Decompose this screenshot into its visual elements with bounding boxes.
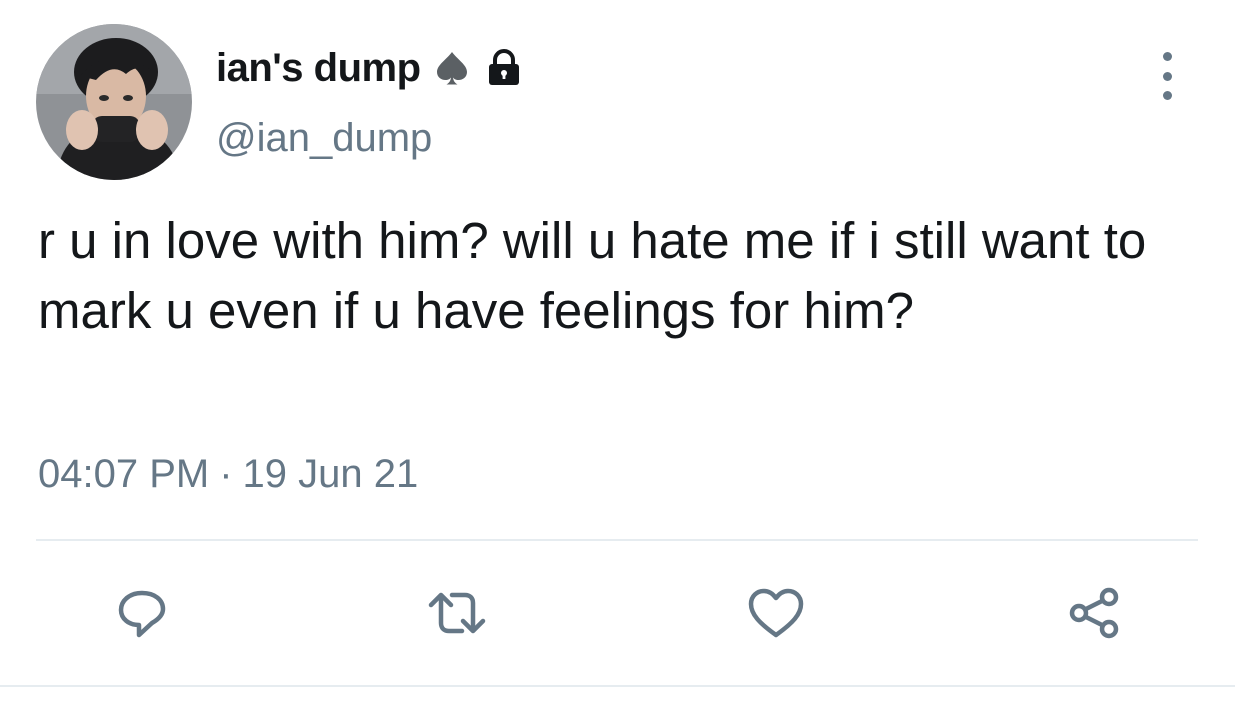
heart-icon[interactable] (740, 578, 812, 648)
bottom-divider (0, 685, 1235, 687)
name-row: ian's dump (216, 42, 525, 94)
share-icon[interactable] (1058, 578, 1130, 648)
reply-icon[interactable] (106, 578, 178, 648)
display-name[interactable]: ian's dump (216, 46, 421, 91)
action-bar (0, 578, 1235, 648)
retweet-icon[interactable] (421, 578, 493, 648)
tweet-card: ian's dump @ian_dump r u in love with hi… (0, 0, 1235, 705)
tweet-text: r u in love with him? will u hate me if … (38, 212, 1147, 339)
tweet-date: 19 Jun 21 (242, 452, 419, 496)
tweet-timestamp: 04:07 PM · 19 Jun 21 (38, 452, 418, 497)
meta-separator: · (219, 452, 233, 496)
more-vertical-icon[interactable] (1152, 52, 1182, 100)
more-dot (1162, 71, 1172, 81)
divider (36, 539, 1198, 541)
more-dot (1162, 91, 1172, 100)
user-handle[interactable]: @ian_dump (216, 116, 432, 161)
avatar[interactable] (36, 24, 192, 180)
spade-icon (433, 49, 471, 87)
lock-icon (483, 47, 525, 89)
more-dot (1162, 52, 1172, 61)
avatar-image (36, 24, 192, 180)
tweet-time: 04:07 PM (38, 452, 210, 496)
